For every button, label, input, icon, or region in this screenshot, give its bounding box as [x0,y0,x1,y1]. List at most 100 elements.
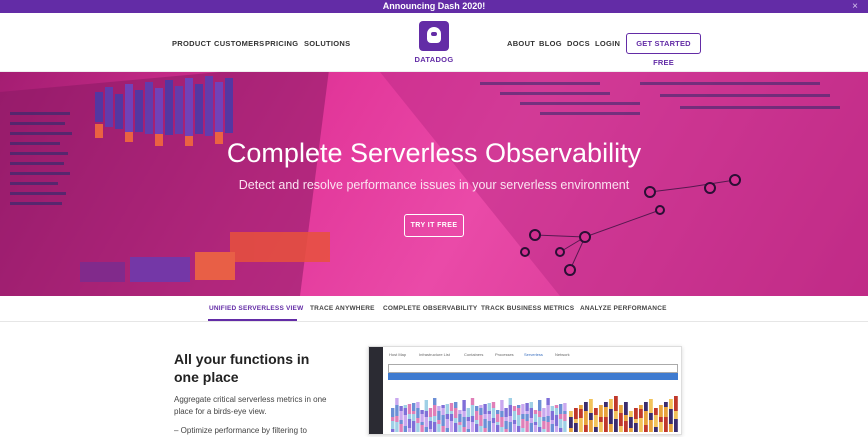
datadog-logo[interactable]: DATADOG [411,21,457,71]
nav-solutions[interactable]: SOLUTIONS [304,39,350,48]
shot-bar [594,408,598,415]
logo-wordmark: DATADOG [414,55,454,64]
nav-pricing[interactable]: PRICING [265,39,298,48]
shot-bar [525,411,529,414]
shot-bar [428,421,433,429]
shot-bar [395,398,399,405]
nav-product[interactable]: PRODUCT [172,39,211,48]
shot-bar [445,414,449,419]
hero-subtitle: Detect and resolve performance issues in… [238,178,630,192]
shot-bar [437,406,441,411]
shot-bar [504,421,508,429]
shot-bar [542,421,546,429]
shot-bar [399,424,403,432]
shot-bar [644,402,648,411]
shot-bar [599,405,603,417]
shot-bar [614,419,618,432]
shot-bar [624,421,628,432]
shot-bar [639,409,643,418]
nav-docs[interactable]: DOCS [567,39,590,48]
shot-bar [449,414,454,421]
shot-bar [546,405,550,416]
announcement-bar[interactable]: Announcing Dash 2020! × [0,0,868,13]
section-body: Aggregate critical serverless metrics in… [174,395,327,416]
shot-bar [609,424,613,432]
shot-charts [391,396,678,432]
shot-bar [629,428,633,432]
shot-bar [639,405,643,409]
shot-bar [669,409,673,424]
shot-bar [395,422,399,432]
try-it-free-button[interactable]: TRY IT FREE [404,214,464,237]
shot-bar [529,423,533,432]
tab-unified-serverless-view[interactable]: UNIFIED SERVERLESS VIEW [209,305,303,312]
tab-analyze-performance[interactable]: ANALYZE PERFORMANCE [580,305,667,312]
shot-bar [466,421,470,429]
nav-login[interactable]: LOGIN [595,39,620,48]
shot-bar [479,408,483,415]
shot-bar [574,423,578,432]
shot-bar [589,399,593,413]
shot-bar [395,405,399,416]
shot-bar [479,426,483,432]
shot-bar [420,414,424,422]
shot-bar [604,402,608,407]
shot-bar [470,422,475,432]
shot-bar [458,414,462,422]
shot-bar [391,417,395,421]
shot-bar [449,421,454,432]
shot-bar [517,405,521,408]
shot-bar [407,404,412,414]
shot-bar [664,407,668,417]
shot-bar [458,425,462,432]
shot-bar [529,418,533,423]
shot-bar [659,422,663,432]
shot-bar [412,403,416,411]
shot-bar [579,405,583,409]
shot-bar [399,406,403,411]
shot-bar [487,421,491,432]
shot-bar [589,413,593,420]
shot-bar [546,398,550,405]
shot-bar [525,421,529,432]
nav-customers[interactable]: CUSTOMERS [214,39,264,48]
top-nav: PRODUCT CUSTOMERS PRICING SOLUTIONS DATA… [0,13,868,72]
tab-track-business-metrics[interactable]: TRACK BUSINESS METRICS [481,305,574,312]
get-started-button[interactable]: GET STARTED FREE [626,33,701,67]
shot-bar [669,399,673,409]
hero-title: Complete Serverless Observability [226,138,642,168]
shot-bar [554,426,559,432]
tab-trace-anywhere[interactable]: TRACE ANYWHERE [310,305,375,312]
shot-bar [569,428,573,432]
shot-bar [664,417,668,432]
shot-bar [533,425,538,432]
shot-bar [584,402,588,411]
shot-bar [491,408,496,418]
shot-bar [529,402,533,408]
shot-bar [529,408,533,418]
nav-blog[interactable]: BLOG [539,39,562,48]
shot-bar [454,418,458,423]
shot-bar [479,415,483,426]
shot-bar [424,400,428,411]
shot-bar [559,419,563,428]
shot-bar [466,429,470,432]
shot-bar [559,414,563,419]
shot-bar [554,408,559,415]
shot-bar [533,422,538,425]
tab-complete-observability[interactable]: COMPLETE OBSERVABILITY [383,305,477,312]
close-icon[interactable]: × [852,0,858,13]
shot-bar [584,425,588,432]
shot-bar [542,408,546,417]
shot-bar [644,411,648,425]
product-screenshot: Host Map Infrastructure List Containers … [368,346,682,435]
nav-about[interactable]: ABOUT [507,39,535,48]
shot-bar [475,406,479,411]
shot-bar [504,417,508,421]
shot-bar [508,405,512,416]
shot-bar [569,417,573,428]
shot-bar [563,421,567,432]
announcement-text[interactable]: Announcing Dash 2020! [383,1,486,11]
shot-bar [619,413,623,426]
shot-bar [550,420,554,424]
